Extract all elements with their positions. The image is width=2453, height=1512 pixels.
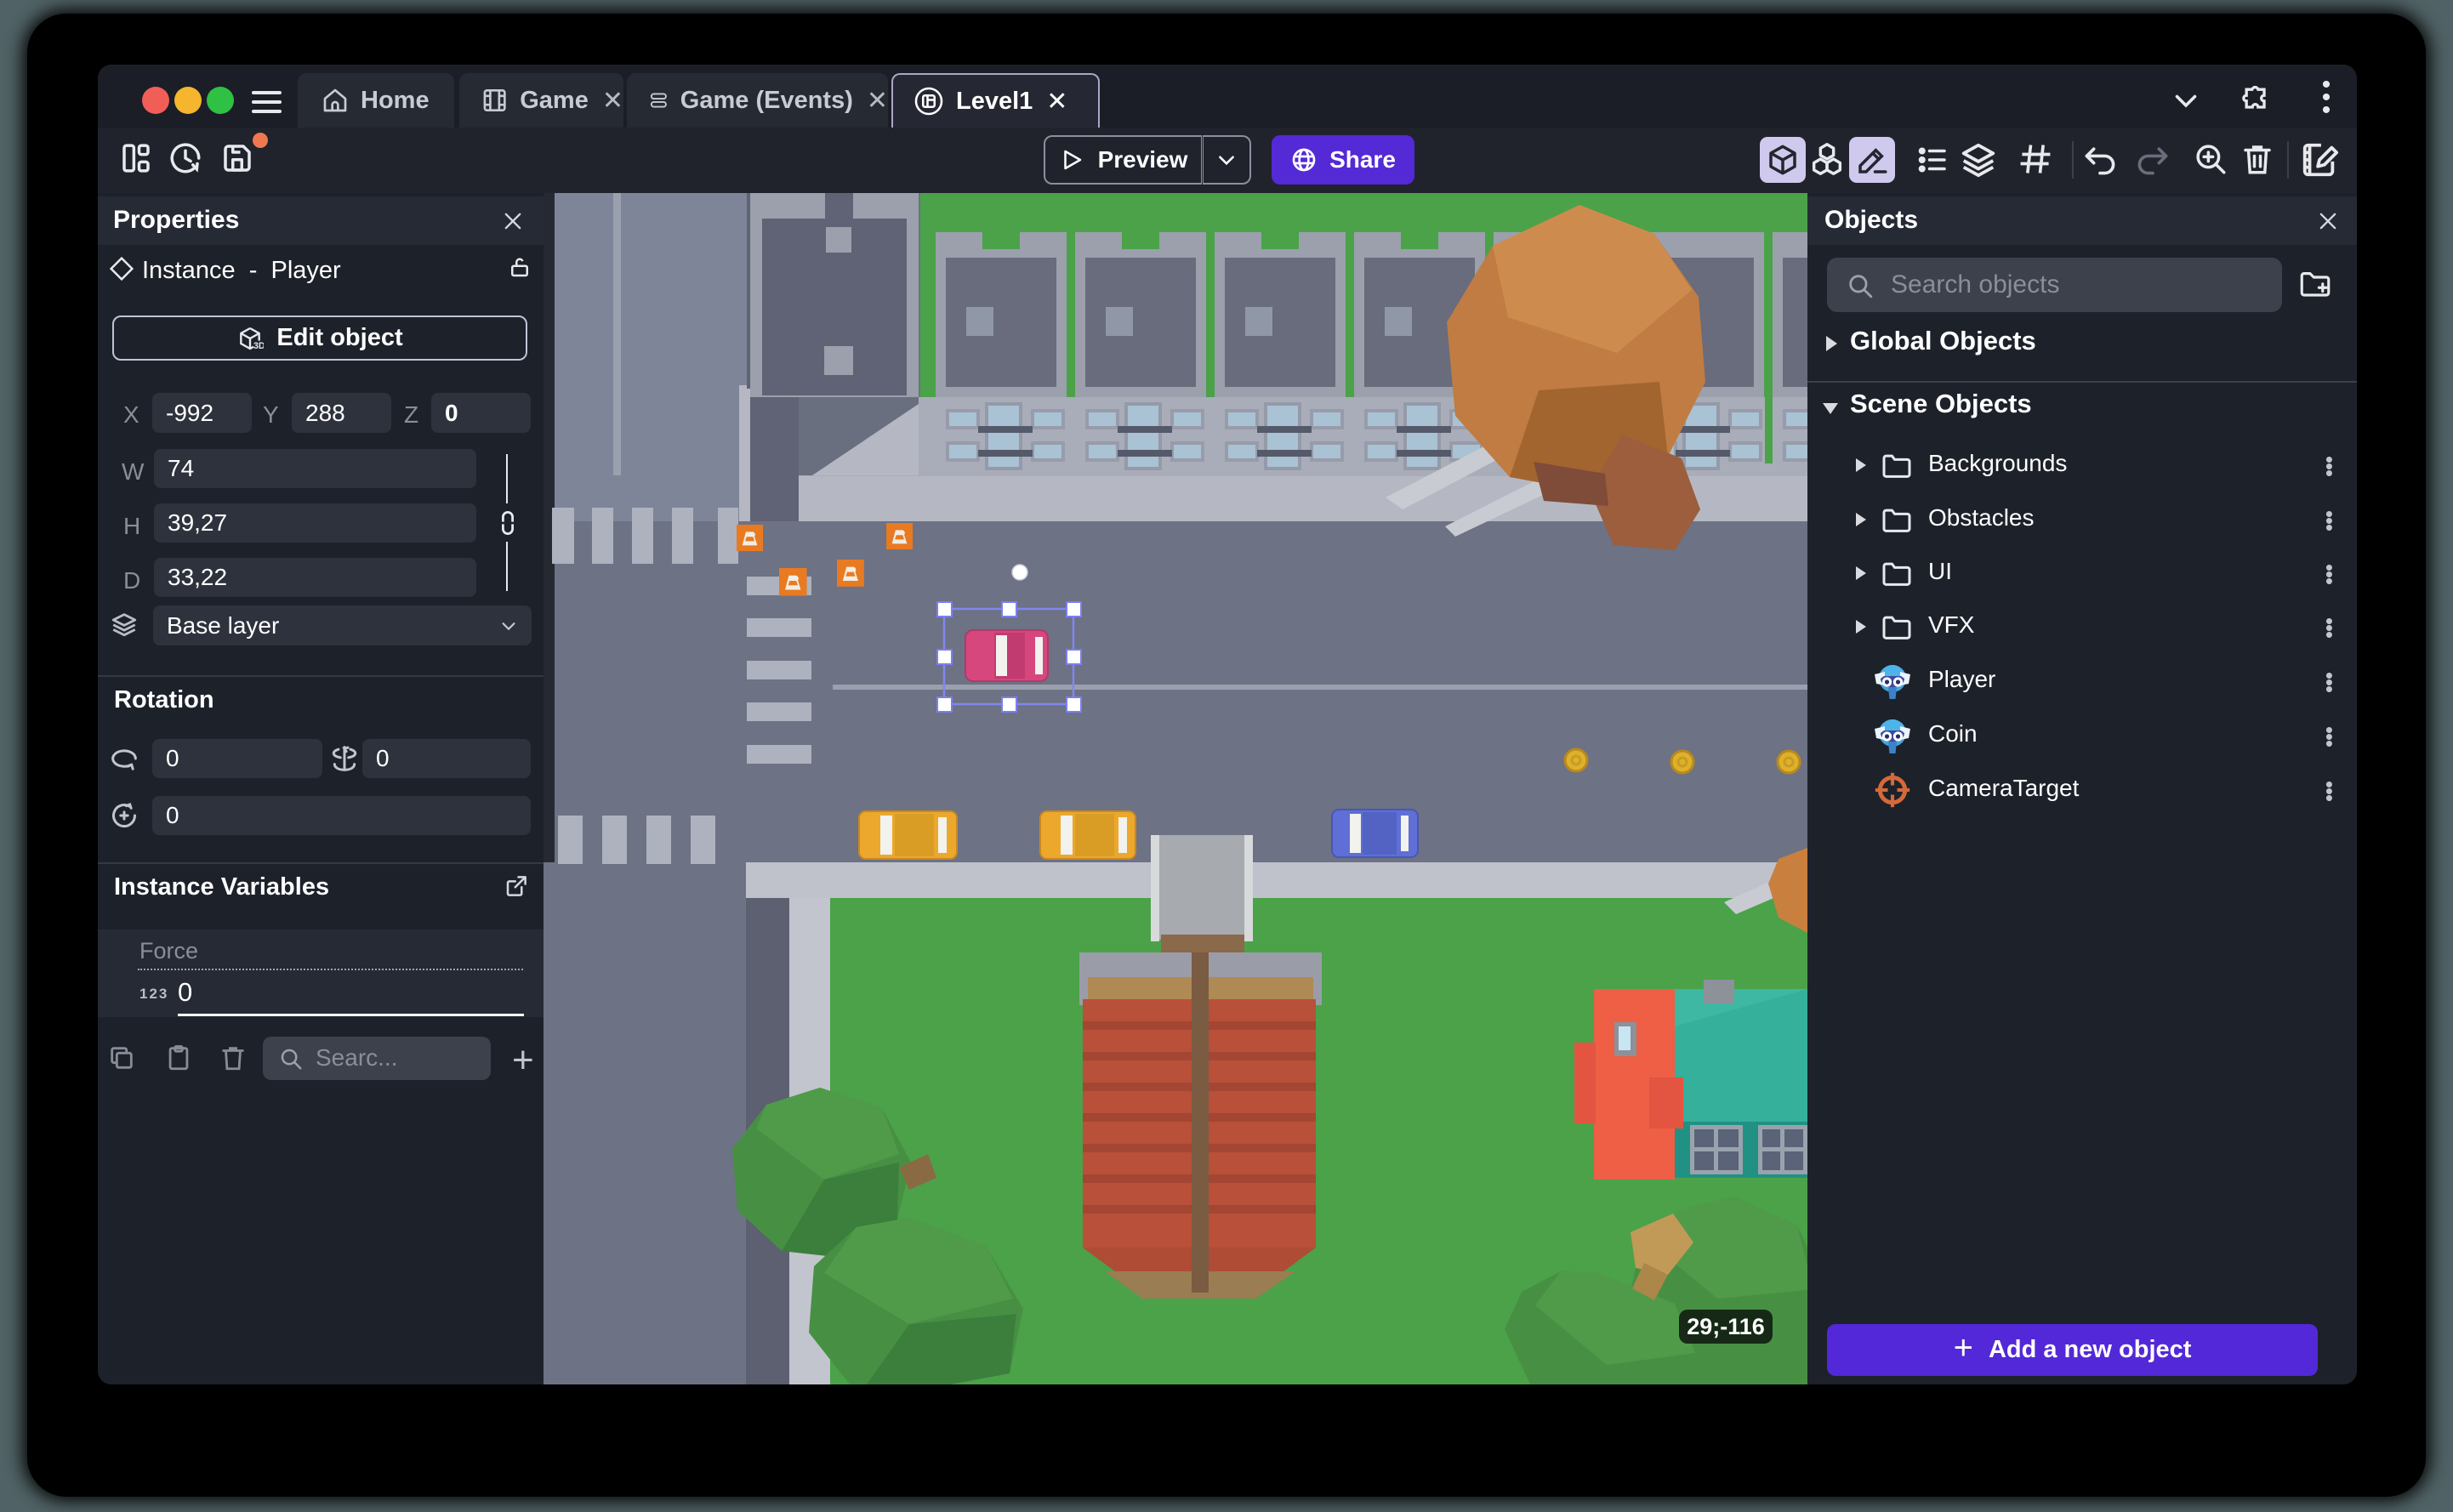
svg-text:3D: 3D [253, 341, 264, 351]
